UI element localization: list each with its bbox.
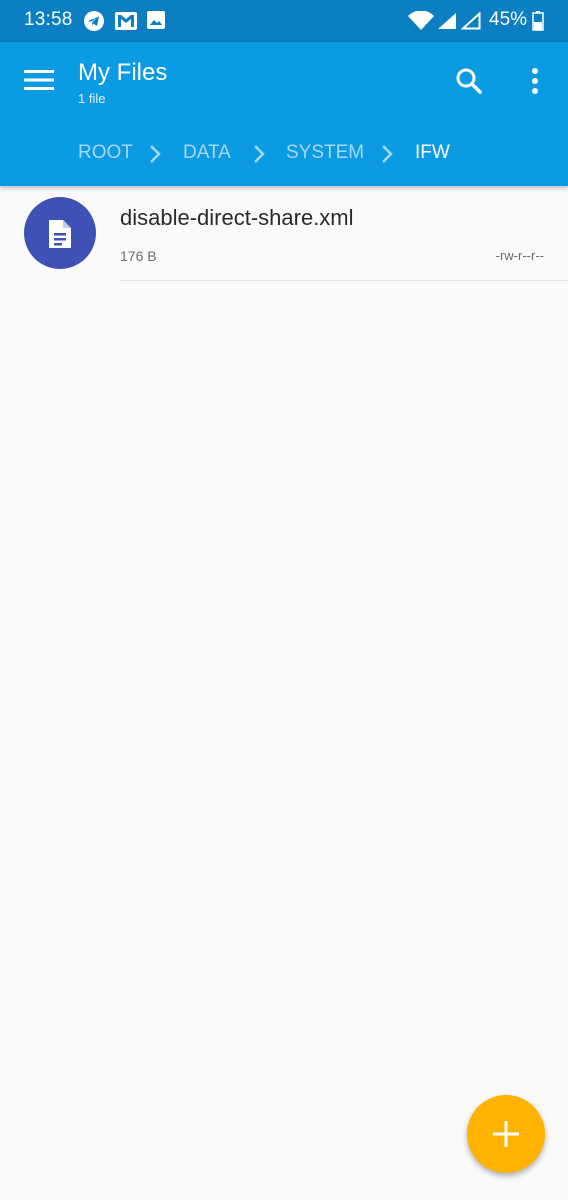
document-icon xyxy=(49,220,71,248)
telegram-icon xyxy=(83,10,105,37)
app-bar: My Files 1 file ROOT DATA SYSTEM IFW xyxy=(0,42,568,186)
file-type-avatar xyxy=(24,197,96,269)
breadcrumb: ROOT DATA SYSTEM IFW xyxy=(0,136,568,172)
battery-percent: 45% xyxy=(489,9,528,30)
file-count: 1 file xyxy=(78,91,106,106)
battery-icon xyxy=(532,11,544,36)
file-permissions: -rw-r--r-- xyxy=(495,248,544,263)
gallery-icon xyxy=(146,10,166,35)
signal-icon xyxy=(437,12,457,35)
file-name: disable-direct-share.xml xyxy=(120,205,354,230)
breadcrumb-system[interactable]: SYSTEM xyxy=(286,142,364,164)
status-time: 13:58 xyxy=(24,9,73,30)
page-title: My Files xyxy=(78,59,168,86)
breadcrumb-data[interactable]: DATA xyxy=(183,142,231,164)
breadcrumb-ifw[interactable]: IFW xyxy=(415,142,450,164)
list-item[interactable]: disable-direct-share.xml 176 B -rw-r--r-… xyxy=(0,186,568,282)
add-button[interactable] xyxy=(467,1095,545,1173)
chevron-right-icon xyxy=(148,144,162,169)
plus-icon xyxy=(493,1121,519,1147)
more-vert-icon[interactable] xyxy=(525,67,545,100)
signal-empty-icon xyxy=(460,11,481,35)
status-bar: 13:58 45% xyxy=(0,0,568,42)
chevron-right-icon xyxy=(380,144,394,169)
chevron-right-icon xyxy=(252,144,266,169)
wifi-icon xyxy=(407,10,435,36)
breadcrumb-root[interactable]: ROOT xyxy=(78,142,133,164)
file-size: 176 B xyxy=(120,248,157,264)
search-icon[interactable] xyxy=(455,67,483,100)
divider xyxy=(120,280,568,281)
gmail-icon xyxy=(114,10,138,37)
menu-icon[interactable] xyxy=(24,69,54,96)
